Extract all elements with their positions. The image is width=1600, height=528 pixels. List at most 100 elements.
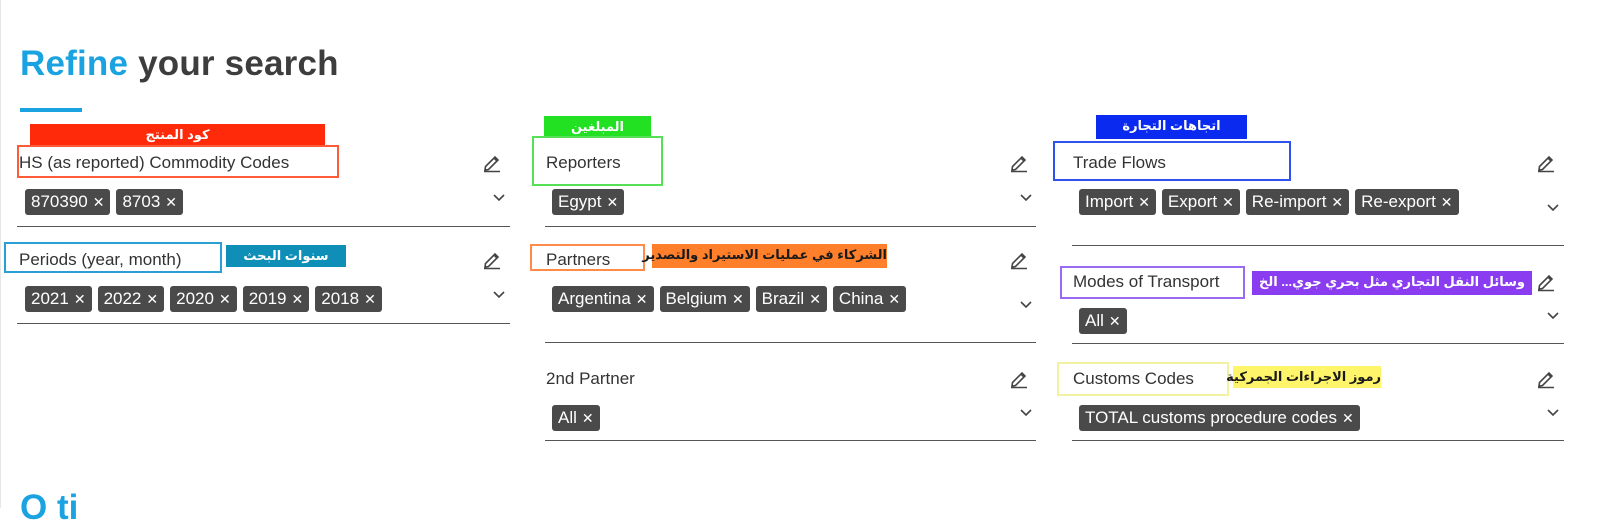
chip-label: All bbox=[1085, 311, 1104, 330]
chevron-down-icon bbox=[1547, 312, 1559, 320]
close-icon[interactable]: ✕ bbox=[582, 405, 594, 431]
annotation-reporters: المبلغين bbox=[544, 116, 651, 138]
chip-label: Argentina bbox=[558, 289, 631, 308]
close-icon[interactable]: ✕ bbox=[292, 286, 304, 312]
chip: 2018 ✕ bbox=[315, 286, 382, 312]
commodity-expand-button[interactable] bbox=[491, 190, 507, 206]
second-partner-edit-button[interactable] bbox=[1009, 369, 1029, 389]
reporters-label: Reporters bbox=[546, 153, 621, 172]
commodity-divider bbox=[17, 226, 510, 227]
annotation-partners: الشركاء في عمليات الاستيراد والتصدير bbox=[642, 244, 887, 268]
close-icon[interactable]: ✕ bbox=[888, 286, 900, 312]
reporters-divider bbox=[545, 226, 1036, 227]
second-partner-label: 2nd Partner bbox=[546, 369, 635, 388]
chip: 2020 ✕ bbox=[170, 286, 237, 312]
reporters-expand-button[interactable] bbox=[1018, 190, 1034, 206]
annotation-transport: وسائل النقل التجاري مثل بحري جوي... الخ bbox=[1252, 271, 1532, 295]
page-title: Refine your search bbox=[20, 44, 339, 84]
chevron-down-icon bbox=[1547, 204, 1559, 212]
pencil-icon bbox=[484, 252, 500, 270]
close-icon[interactable]: ✕ bbox=[732, 286, 744, 312]
chip: All ✕ bbox=[552, 405, 600, 431]
chip-label: TOTAL customs procedure codes bbox=[1085, 408, 1337, 427]
chip-label: 2022 bbox=[103, 289, 142, 308]
transport-edit-button[interactable] bbox=[1536, 272, 1556, 292]
annotation-trade-flows: اتجاهات التجارة bbox=[1096, 115, 1247, 139]
pencil-icon bbox=[1538, 274, 1554, 292]
close-icon[interactable]: ✕ bbox=[364, 286, 376, 312]
close-icon[interactable]: ✕ bbox=[1331, 189, 1343, 215]
periods-divider bbox=[17, 323, 510, 324]
periods-edit-button[interactable] bbox=[482, 250, 502, 270]
pencil-icon bbox=[1538, 155, 1554, 173]
page-title-accent: Refine bbox=[20, 44, 129, 83]
title-underline bbox=[20, 108, 82, 112]
chip: 8703 ✕ bbox=[116, 189, 184, 215]
customs-edit-button[interactable] bbox=[1536, 369, 1556, 389]
chip-label: All bbox=[558, 408, 577, 427]
chip-label: China bbox=[838, 289, 884, 308]
close-icon[interactable]: ✕ bbox=[606, 189, 618, 215]
pencil-icon bbox=[1011, 155, 1027, 173]
close-icon[interactable]: ✕ bbox=[1222, 189, 1234, 215]
close-icon[interactable]: ✕ bbox=[1342, 405, 1354, 431]
second-partner-chips: All ✕ bbox=[552, 405, 600, 431]
chip-label: Belgium bbox=[665, 289, 727, 308]
periods-expand-button[interactable] bbox=[491, 287, 507, 303]
reporters-chips: Egypt ✕ bbox=[552, 189, 625, 215]
reporters-edit-button[interactable] bbox=[1009, 153, 1029, 173]
chip: Export ✕ bbox=[1161, 189, 1240, 215]
chip: China ✕ bbox=[832, 286, 907, 312]
trade-flows-chips: Import ✕ Export ✕ Re-import ✕ Re-export ✕ bbox=[1079, 189, 1459, 215]
close-icon[interactable]: ✕ bbox=[219, 286, 231, 312]
transport-expand-button[interactable] bbox=[1545, 308, 1561, 324]
partners-label: Partners bbox=[546, 250, 611, 269]
annotation-customs: رموز الاجراءات الجمركية bbox=[1226, 366, 1381, 388]
chip-label: 2021 bbox=[31, 289, 69, 308]
partners-expand-button[interactable] bbox=[1018, 297, 1034, 313]
annotation-periods: سنوات البحث bbox=[226, 245, 346, 267]
close-icon[interactable]: ✕ bbox=[74, 286, 86, 312]
transport-chips: All ✕ bbox=[1079, 308, 1127, 334]
trade-flows-divider bbox=[1072, 245, 1564, 246]
chip: Argentina ✕ bbox=[552, 286, 654, 312]
pencil-icon bbox=[1538, 371, 1554, 389]
partners-edit-button[interactable] bbox=[1009, 250, 1029, 270]
transport-divider bbox=[1072, 343, 1564, 344]
page-title-rest: your search bbox=[128, 44, 339, 83]
chip: Import ✕ bbox=[1079, 189, 1156, 215]
partners-chips: Argentina ✕ Belgium ✕ Brazil ✕ China ✕ bbox=[552, 286, 907, 312]
trade-flows-expand-button[interactable] bbox=[1545, 200, 1561, 216]
commodity-chips: 870390 ✕ 8703 ✕ bbox=[25, 189, 184, 215]
commodity-label: HS (as reported) Commodity Codes bbox=[19, 153, 290, 172]
chevron-down-icon bbox=[1020, 194, 1032, 202]
customs-divider bbox=[1072, 440, 1564, 441]
close-icon[interactable]: ✕ bbox=[1138, 189, 1150, 215]
chip-label: 8703 bbox=[122, 192, 161, 211]
customs-expand-button[interactable] bbox=[1545, 405, 1561, 421]
close-icon[interactable]: ✕ bbox=[1109, 308, 1121, 334]
close-icon[interactable]: ✕ bbox=[165, 189, 177, 215]
periods-chips: 2021 ✕ 2022 ✕ 2020 ✕ 2019 ✕ 2018 ✕ bbox=[25, 286, 382, 312]
partners-divider bbox=[545, 342, 1036, 343]
trade-flows-edit-button[interactable] bbox=[1536, 153, 1556, 173]
chip-label: Import bbox=[1085, 192, 1134, 211]
close-icon[interactable]: ✕ bbox=[809, 286, 821, 312]
periods-label: Periods (year, month) bbox=[19, 250, 182, 269]
chip: Egypt ✕ bbox=[552, 189, 625, 215]
close-icon[interactable]: ✕ bbox=[1441, 189, 1453, 215]
chip: 870390 ✕ bbox=[25, 189, 111, 215]
chip-label: Re-import bbox=[1251, 192, 1327, 211]
next-section-title: O ti bbox=[20, 488, 79, 527]
close-icon[interactable]: ✕ bbox=[636, 286, 648, 312]
commodity-edit-button[interactable] bbox=[482, 153, 502, 173]
pencil-icon bbox=[1011, 252, 1027, 270]
chip-label: Brazil bbox=[761, 289, 805, 308]
close-icon[interactable]: ✕ bbox=[93, 189, 105, 215]
chip: Belgium ✕ bbox=[659, 286, 750, 312]
pencil-icon bbox=[484, 155, 500, 173]
page-left-border bbox=[0, 0, 1, 508]
close-icon[interactable]: ✕ bbox=[146, 286, 158, 312]
chip-label: 2018 bbox=[321, 289, 360, 308]
second-partner-expand-button[interactable] bbox=[1018, 405, 1034, 421]
